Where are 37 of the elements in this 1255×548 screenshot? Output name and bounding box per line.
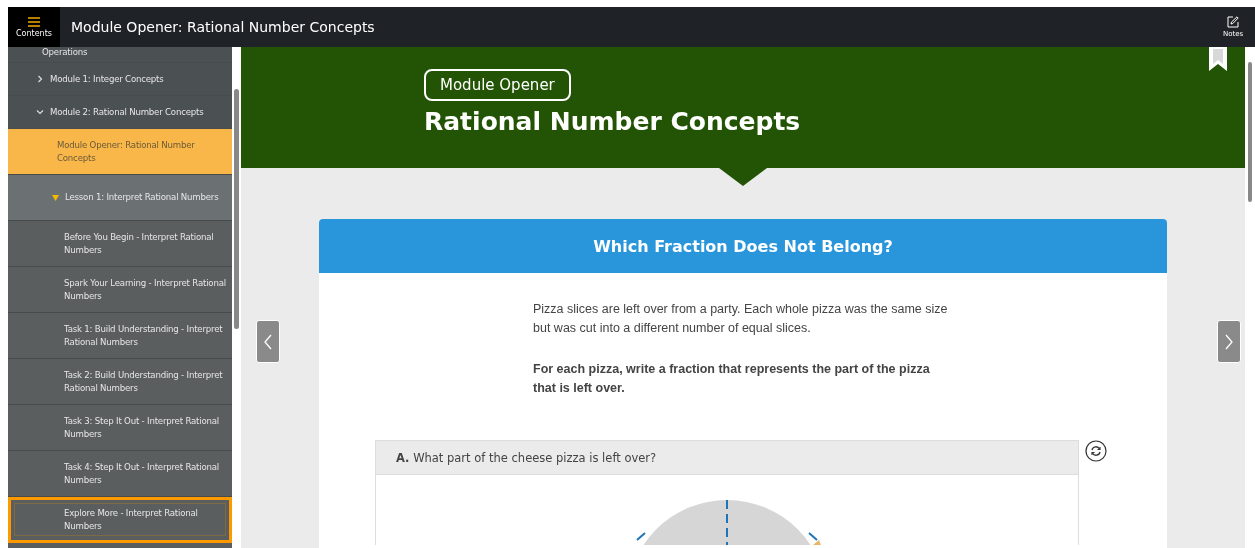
- sidebar-item-label: Operations: [42, 47, 88, 59]
- menu-icon: [28, 16, 40, 27]
- chevron-right-icon: [1225, 333, 1233, 350]
- sidebar-item-label: Explore More - Interpret Rational Numbers: [64, 506, 199, 533]
- sidebar-item[interactable]: Module Opener: Rational Number Concepts: [8, 129, 232, 175]
- bookmark-icon[interactable]: [1209, 47, 1227, 71]
- sidebar-item-label: Task 2: Build Understanding - Interpret Rational Numbers: [64, 368, 224, 395]
- chevron-right-icon: [36, 75, 44, 83]
- sidebar-item-label: Module 1: Integer Concepts: [50, 72, 164, 86]
- edit-icon: [1227, 16, 1239, 28]
- sidebar-item-label: Module Opener: Rational Number Concepts: [57, 138, 196, 165]
- sidebar-item-label: Module 2: Rational Number Concepts: [50, 105, 204, 119]
- sidebar-item-label: Task 4: Step It Out - Interpret Rational Numbers: [64, 460, 220, 487]
- sidebar-item[interactable]: Module 2: Rational Number Concepts: [8, 96, 232, 129]
- chevron-down-icon: [36, 108, 44, 116]
- sidebar-item-label: Task 3: Step It Out - Interpret Rational Numbers: [64, 414, 220, 441]
- chevron-left-icon: [264, 333, 272, 350]
- module-badge: Module Opener: [424, 69, 571, 101]
- contents-button[interactable]: Contents: [8, 7, 60, 47]
- sidebar-item[interactable]: Explore More - Interpret Rational Numbers: [8, 497, 232, 543]
- instruction-text: For each pizza, write a fraction that represents the part of the pizza that is left over.: [533, 361, 931, 397]
- module-title: Rational Number Concepts: [424, 107, 801, 136]
- reset-icon[interactable]: [1085, 440, 1107, 462]
- page-title: Module Opener: Rational Number Concepts: [70, 18, 376, 37]
- card-title: Which Fraction Does Not Belong?: [319, 219, 1167, 273]
- sidebar-item-label: Spark Your Learning - Interpret Rational Numbers: [64, 276, 227, 303]
- previous-button[interactable]: [256, 320, 280, 363]
- sidebar-item-label: Before You Begin - Interpret Rational Numbers: [64, 230, 215, 257]
- next-button[interactable]: [1217, 320, 1241, 363]
- sidebar-item-label: Lesson 1: Interpret Rational Numbers: [65, 191, 219, 204]
- triangle-down-icon: [52, 194, 59, 201]
- instruction-text: Pizza slices are left over from a party. Each whole pizza was the same size but was cut into a different number of equal slices.: [533, 301, 949, 337]
- question-text: A. What part of the cheese pizza is left over?: [396, 450, 657, 465]
- sidebar-item[interactable]: Module 1: Integer Concepts: [8, 63, 232, 96]
- sidebar-item-label: Task 1: Build Understanding - Interpret Rational Numbers: [64, 322, 224, 349]
- sidebar-item[interactable]: Lesson 1: Interpret Rational Numbers: [8, 175, 232, 221]
- sidebar-item[interactable]: Operations: [8, 47, 232, 63]
